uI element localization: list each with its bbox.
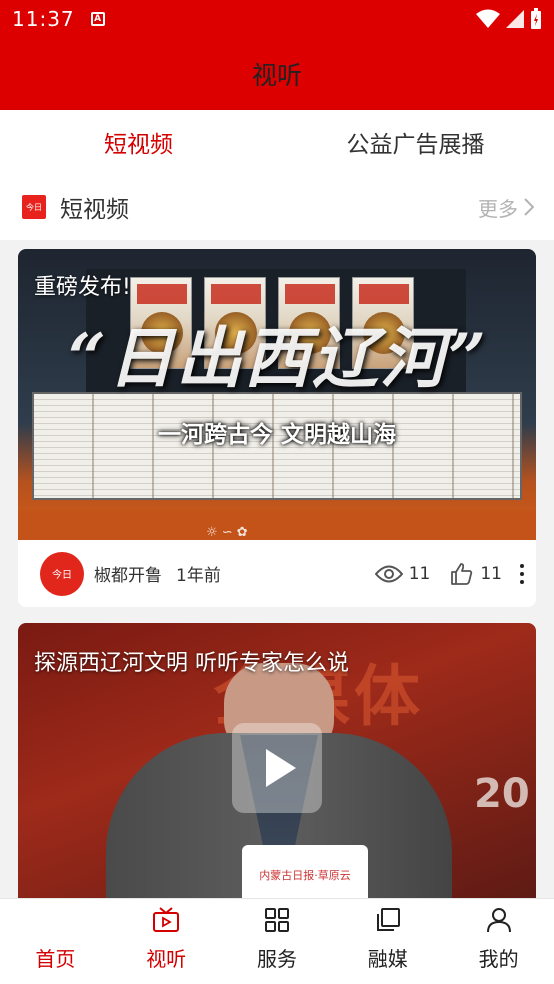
status-bar: 11:37 A	[0, 0, 554, 38]
video-title: 探源西辽河文明 听听专家怎么说	[34, 651, 349, 676]
section-logo: 今日	[22, 195, 46, 219]
page-title: 视听	[251, 61, 302, 90]
app-header: 视听	[0, 38, 554, 110]
video-meta: 今日 椒都开鲁 1年前 11 11	[18, 540, 536, 607]
thumbs-up-icon	[451, 562, 473, 585]
slogan-text: 一河跨古今 文明越山海	[157, 422, 396, 448]
like-count-value: 11	[480, 563, 502, 584]
video-title: 重磅发布!	[34, 275, 131, 300]
signal-icon	[506, 10, 524, 28]
mic-card: 内蒙古日报·草原云	[242, 845, 368, 905]
person-icon	[484, 905, 514, 935]
avatar[interactable]: 今日	[40, 551, 84, 596]
nav-video-label: 视听	[146, 947, 187, 971]
nav-media[interactable]: 融媒	[332, 899, 443, 984]
floor	[18, 511, 536, 540]
author-name[interactable]: 椒都开鲁	[94, 561, 162, 586]
nav-service[interactable]: 服务	[222, 899, 333, 984]
section-title: 短视频	[60, 197, 129, 223]
more-label: 更多	[478, 196, 518, 221]
view-count: 11	[374, 563, 431, 584]
nav-home[interactable]: 首页	[0, 899, 111, 984]
more-options-icon[interactable]	[520, 563, 524, 584]
backdrop-year: 20	[474, 771, 530, 817]
video-stats: 11 11	[374, 562, 524, 586]
play-button[interactable]	[232, 723, 322, 813]
battery-icon	[531, 8, 541, 29]
section-header: 今日 短视频 更多	[0, 174, 554, 240]
tab-short-video[interactable]: 短视频	[0, 110, 277, 174]
tab-public-ads[interactable]: 公益广告展播	[277, 110, 554, 174]
chevron-right-icon	[524, 198, 534, 216]
more-button[interactable]: 更多	[478, 193, 534, 222]
nav-profile[interactable]: 我的	[443, 899, 554, 984]
stack-icon	[373, 905, 403, 935]
wifi-icon	[476, 9, 500, 28]
bottom-nav: 首页 视听 服务 融媒 我的	[0, 898, 554, 984]
video-card[interactable]: “日出西辽河” 一河跨古今 文明越山海 ☼ ∽ ✿ 重磅发布! 今日 椒都开鲁 …	[18, 249, 536, 607]
nav-profile-label: 我的	[478, 947, 519, 971]
video-thumbnail[interactable]: “日出西辽河” 一河跨古今 文明越山海 ☼ ∽ ✿ 重磅发布!	[18, 249, 536, 540]
notification-app-icon: A	[90, 12, 105, 26]
tab-bar: 短视频 公益广告展播	[0, 110, 554, 174]
post-time: 1年前	[176, 566, 221, 586]
calligraphy-text: “日出西辽河”	[68, 319, 488, 397]
like-button[interactable]: 11	[450, 562, 502, 586]
status-indicators	[476, 8, 542, 30]
play-icon	[266, 749, 296, 787]
video-icon	[151, 905, 181, 935]
grid-icon	[262, 905, 292, 935]
status-time: 11:37	[12, 7, 75, 31]
eye-icon	[374, 565, 403, 582]
video-card[interactable]: 全媒体 20 内蒙古日报·草原云 探源西辽河文明 听听专家怎么说	[18, 623, 536, 913]
nav-media-label: 融媒	[367, 947, 408, 971]
nav-video[interactable]: 视听	[111, 899, 222, 984]
view-count-value: 11	[408, 563, 431, 584]
nav-service-label: 服务	[256, 947, 297, 971]
video-thumbnail[interactable]: 全媒体 20 内蒙古日报·草原云 探源西辽河文明 听听专家怎么说	[18, 623, 536, 913]
nav-home-label: 首页	[35, 947, 76, 971]
watermark-logo: ☼ ∽ ✿	[206, 525, 248, 540]
